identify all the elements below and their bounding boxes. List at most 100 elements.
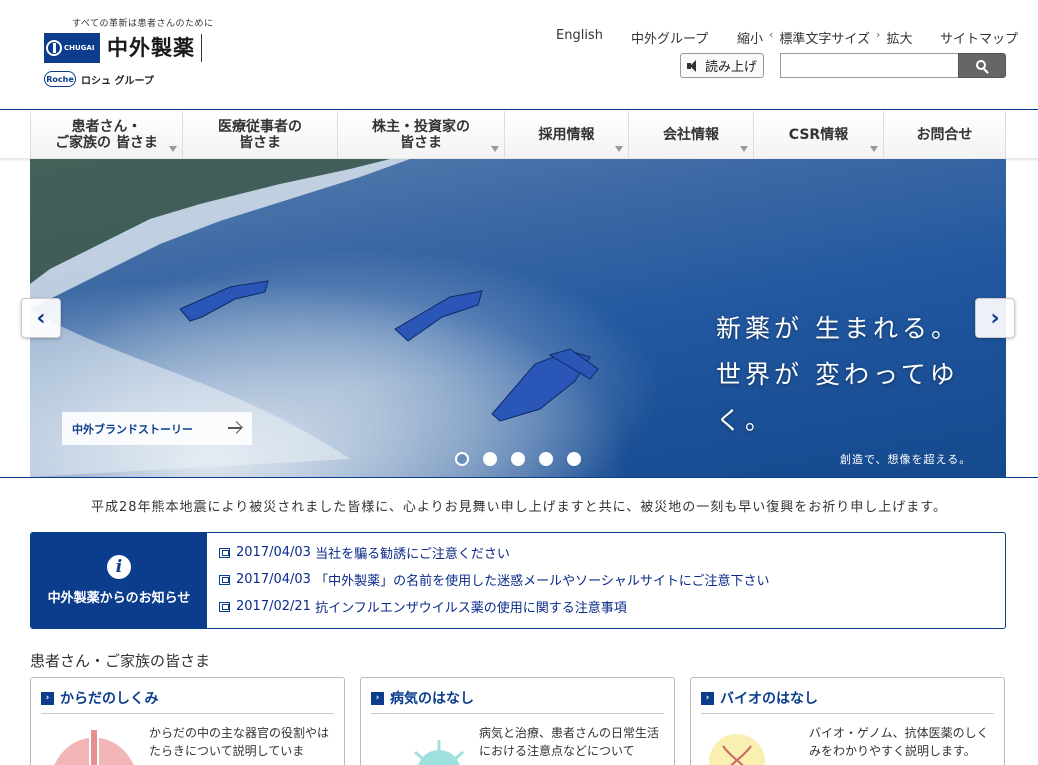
card-title[interactable]: › バイオのはなし [701, 688, 818, 708]
divider [0, 477, 1038, 478]
carousel-dot[interactable] [539, 452, 553, 466]
carousel-prev-button[interactable]: ‹ [21, 298, 61, 338]
arrow-right-icon [228, 422, 242, 434]
font-size-control: 縮小 ‹ 標準文字サイズ › 拡大 [737, 28, 912, 47]
section-title: 患者さん・ご家族の皆さま [30, 652, 211, 670]
notice-text: 当社を騙る勧誘にご注意ください [315, 547, 510, 562]
notice-text: 抗インフルエンザウイルス薬の使用に関する注意事項 [315, 601, 627, 616]
font-shrink-link[interactable]: 縮小 [737, 28, 763, 47]
carousel-pagination [455, 452, 581, 466]
logo-mark-text: CHUGAI [64, 44, 95, 52]
card-bio[interactable]: › バイオのはなし バイオ・ゲノム、抗体医薬のしくみをわかりやすく説明します。 [690, 677, 1005, 765]
hero-copy-line: 世界が 変わってゆく。 [716, 360, 959, 435]
hero-carousel: 新薬が 生まれる。 世界が 変わってゆく。 創造で、想像を超える。 中外ブランド… [30, 159, 1006, 477]
nav-company[interactable]: 会社情報 [628, 111, 753, 158]
speaker-icon [686, 59, 701, 72]
notice-title: 中外製薬からのお知らせ [47, 591, 191, 606]
hero-subcopy: 創造で、想像を超える。 [840, 453, 972, 466]
logo-name: 中外製薬 [107, 34, 202, 62]
hero-copy: 新薬が 生まれる。 世界が 変わってゆく。 [716, 306, 1006, 444]
notice-header: i 中外製薬からのお知らせ [31, 533, 207, 628]
roche-group-logo: Roche ロシュ グループ [44, 71, 154, 87]
site-header: すべての革新は患者さんのために CHUGAI 中外製薬 Roche ロシュ グル… [0, 0, 1038, 110]
chevron-right-icon: › [876, 28, 881, 41]
carousel-dot[interactable] [455, 452, 469, 466]
nav-contact[interactable]: お問合せ [883, 111, 1006, 158]
notice-item[interactable]: 2017/04/03 「中外製薬」の名前を使用した迷惑メールやソーシャルサイトに… [219, 570, 770, 589]
english-link[interactable]: English [556, 28, 603, 43]
chevron-right-icon: › [701, 691, 714, 705]
card-title[interactable]: › 病気のはなし [371, 688, 474, 708]
nav-label: 皆さま [400, 134, 442, 151]
logo-emblem-icon [46, 40, 62, 56]
nav-label: 医療従事者の [218, 118, 302, 135]
dropdown-arrow-icon [870, 146, 878, 152]
notice-list: 2017/04/03 当社を騙る勧誘にご注意ください 2017/04/03 「中… [207, 533, 782, 628]
font-standard-link[interactable]: 標準文字サイズ [779, 28, 870, 47]
notice-date: 2017/04/03 [236, 572, 311, 587]
nav-label: CSR情報 [788, 126, 849, 143]
font-enlarge-link[interactable]: 拡大 [886, 28, 912, 47]
card-title-label: からだのしくみ [60, 691, 159, 707]
sitemap-link[interactable]: サイトマップ [940, 32, 1018, 47]
virus-icon [414, 740, 464, 765]
nav-recruit[interactable]: 採用情報 [504, 111, 628, 158]
earthquake-message: 平成28年熊本地震により被災されました皆様に、心よりお見舞い申し上げますと共に、… [91, 500, 947, 515]
nav-medical[interactable]: 医療従事者の 皆さま [182, 111, 337, 158]
nav-label: ご家族の 皆さま [55, 134, 158, 151]
carousel-dot[interactable] [511, 452, 525, 466]
group-link[interactable]: 中外グループ [631, 32, 708, 47]
notice-item[interactable]: 2017/02/21 抗インフルエンザウイルス薬の使用に関する注意事項 [219, 597, 770, 616]
hero-copy-line: 新薬が 生まれる。 [716, 314, 960, 343]
chugai-logo[interactable]: CHUGAI 中外製薬 [44, 33, 202, 63]
dropdown-arrow-icon [740, 146, 748, 152]
chevron-right-icon: › [371, 691, 384, 705]
nav-label: 採用情報 [538, 126, 595, 143]
chevron-right-icon: › [41, 691, 54, 705]
tagline: すべての革新は患者さんのために [72, 19, 214, 29]
carousel-dot[interactable] [567, 452, 581, 466]
search-button[interactable] [958, 53, 1006, 78]
chevron-left-icon: ‹ [769, 28, 774, 41]
read-aloud-label: 読み上げ [704, 60, 757, 75]
dna-icon [709, 734, 765, 765]
divider [41, 713, 334, 714]
divider [701, 713, 994, 714]
new-window-icon [219, 547, 230, 558]
nav-patients[interactable]: 患者さん・ ご家族の 皆さま [30, 111, 182, 158]
notice-date: 2017/02/21 [236, 599, 311, 614]
search-input[interactable] [780, 53, 958, 78]
card-title[interactable]: › からだのしくみ [41, 688, 159, 708]
chevron-right-icon: › [990, 305, 1000, 331]
dropdown-arrow-icon [615, 146, 623, 152]
chugai-logo-mark: CHUGAI [44, 33, 100, 63]
dropdown-arrow-icon [491, 146, 499, 152]
chevron-left-icon: ‹ [36, 305, 46, 331]
nav-label: 株主・投資家の [372, 118, 470, 135]
card-text: からだの中の主な器官の役割やはたらきについて説明していま [149, 726, 330, 758]
card-title-label: 病気のはなし [390, 691, 474, 707]
card-text: バイオ・ゲノム、抗体医薬のしくみをわかりやすく説明します。 [809, 726, 989, 758]
carousel-next-button[interactable]: › [975, 298, 1015, 338]
new-window-icon [219, 574, 230, 585]
nav-label: 皆さま [239, 134, 281, 151]
card-text: 病気と治療、患者さんの日常生活における注意点などについて [479, 726, 660, 758]
brand-story-label: 中外ブランドストーリー [72, 422, 193, 436]
notice-text: 「中外製薬」の名前を使用した迷惑メールやソーシャルサイトにご注意下さい [315, 574, 770, 589]
new-window-icon [219, 601, 230, 612]
card-body[interactable]: › からだのしくみ からだの中の主な器官の役割やはたらきについて説明していま [30, 677, 345, 765]
lungs-icon [54, 730, 134, 765]
nav-label: お問合せ [916, 126, 973, 143]
notice-item[interactable]: 2017/04/03 当社を騙る勧誘にご注意ください [219, 543, 770, 562]
divider [371, 713, 664, 714]
nav-investors[interactable]: 株主・投資家の 皆さま [337, 111, 504, 158]
nav-label: 患者さん・ [71, 118, 142, 135]
search-icon [976, 59, 986, 70]
card-disease[interactable]: › 病気のはなし 病気と治療、患者さんの日常生活における注意点などについて [360, 677, 675, 765]
nav-csr[interactable]: CSR情報 [753, 111, 883, 158]
carousel-dot[interactable] [483, 452, 497, 466]
brand-story-button[interactable]: 中外ブランドストーリー [62, 412, 252, 445]
card-title-label: バイオのはなし [720, 691, 818, 707]
read-aloud-button[interactable]: 読み上げ [680, 53, 764, 78]
info-icon: i [107, 555, 131, 579]
